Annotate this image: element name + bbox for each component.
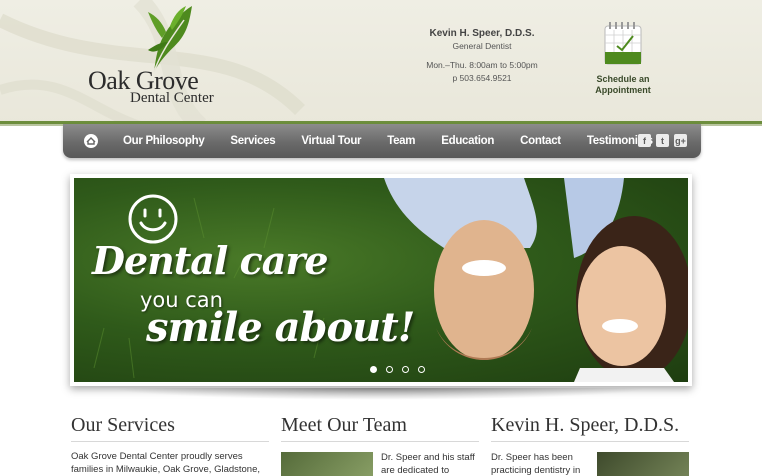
team-photo[interactable] xyxy=(281,452,373,476)
schedule-label-line1: Schedule an xyxy=(596,74,650,84)
facebook-icon[interactable]: f xyxy=(638,134,651,147)
nav-item-education[interactable]: Education xyxy=(441,135,494,147)
twitter-icon[interactable]: t xyxy=(656,134,669,147)
phone-number[interactable]: p 503.654.9521 xyxy=(412,73,552,83)
nav-item-team[interactable]: Team xyxy=(387,135,415,147)
doctor-text: Dr. Speer has been practicing dentistry … xyxy=(491,452,581,476)
slider-dot[interactable] xyxy=(386,366,393,373)
office-hours: Mon.–Thu. 8:00am to 5:00pm xyxy=(426,60,538,70)
google-plus-icon[interactable]: g+ xyxy=(674,134,687,147)
calendar-icon xyxy=(604,22,642,65)
social-links: f t g+ xyxy=(638,134,687,147)
nav-item-services[interactable]: Services xyxy=(230,135,275,147)
site-logo[interactable]: Oak Grove Dental Center xyxy=(86,2,236,110)
doctor-name: Kevin H. Speer, D.D.S. xyxy=(429,28,535,39)
doctor-heading[interactable]: Kevin H. Speer, D.D.S. xyxy=(491,414,689,442)
services-heading[interactable]: Our Services xyxy=(71,414,269,442)
slider-shadow xyxy=(110,388,650,400)
slider-dot[interactable] xyxy=(370,366,377,373)
home-icon[interactable] xyxy=(77,131,105,151)
logo-text-dental-center: Dental Center xyxy=(130,90,214,106)
slider-dot[interactable] xyxy=(418,366,425,373)
doctor-title: General Dentist xyxy=(452,41,512,51)
services-section: Our Services Oak Grove Dental Center pro… xyxy=(71,414,269,476)
hero-slide: Dental care you can smile about! xyxy=(74,178,688,382)
nav-items: Our Philosophy Services Virtual Tour Tea… xyxy=(123,124,679,158)
nav-item-contact[interactable]: Contact xyxy=(520,135,561,147)
site-header: Oak Grove Dental Center Kevin H. Speer, … xyxy=(0,0,762,126)
team-heading[interactable]: Meet Our Team xyxy=(281,414,479,442)
services-text: Oak Grove Dental Center proudly serves f… xyxy=(71,451,261,475)
hero-headline-line3: smile about! xyxy=(146,304,415,351)
team-section: Meet Our Team Dr. Speer and his staff ar… xyxy=(281,414,479,476)
schedule-appointment-button[interactable]: Schedule an Appointment xyxy=(592,22,654,96)
main-navigation: Our Philosophy Services Virtual Tour Tea… xyxy=(63,124,701,158)
smiling-couple-photo xyxy=(384,178,688,382)
team-text: Dr. Speer and his staff are dedicated to xyxy=(381,452,475,476)
slider-pagination xyxy=(370,366,425,373)
doctor-photo[interactable] xyxy=(597,452,689,476)
doctor-section: Kevin H. Speer, D.D.S. Dr. Speer has bee… xyxy=(491,414,689,476)
schedule-label: Schedule an Appointment xyxy=(592,74,654,96)
oak-leaf-icon xyxy=(148,6,192,73)
slider-dot[interactable] xyxy=(402,366,409,373)
schedule-label-line2: Appointment xyxy=(595,85,651,95)
hero-headline-line1: Dental care xyxy=(92,238,329,283)
hero-slider[interactable]: Dental care you can smile about! xyxy=(70,174,692,386)
nav-item-our-philosophy[interactable]: Our Philosophy xyxy=(123,135,205,147)
header-contact-info: Kevin H. Speer, D.D.S. General Dentist M… xyxy=(412,28,552,83)
nav-item-virtual-tour[interactable]: Virtual Tour xyxy=(301,135,361,147)
